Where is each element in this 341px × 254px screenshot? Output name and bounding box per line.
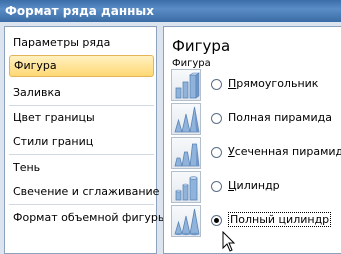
window-title: Формат ряда данных — [5, 4, 154, 18]
nav-item-border-color[interactable]: Цвет границы — [9, 107, 154, 129]
dialog-body: Параметры ряда Фигура Заливка Цвет грани… — [0, 22, 341, 254]
radio-full-pyramid[interactable] — [211, 113, 222, 124]
section-title: Фигура — [172, 37, 231, 55]
shape-label-truncated-pyramid[interactable]: Усеченная пирамида — [228, 145, 341, 158]
shape-label-box[interactable]: Прямоугольник — [228, 77, 318, 90]
nav-item-series-options[interactable]: Параметры ряда — [9, 32, 154, 54]
full-cylinder-icon — [171, 205, 201, 237]
nav-separator — [9, 105, 154, 106]
radio-full-cylinder[interactable] — [211, 215, 222, 226]
shape-option-full-pyramid[interactable]: Полная пирамида — [171, 103, 341, 135]
truncated-pyramid-icon — [171, 137, 201, 169]
shape-option-full-cylinder[interactable]: Полный цилиндр — [171, 205, 341, 237]
shape-option-truncated-pyramid[interactable]: Усеченная пирамида — [171, 137, 341, 169]
box-icon — [171, 69, 201, 101]
nav-item-3d-format[interactable]: Формат объемной фигуры — [9, 207, 167, 229]
shape-option-box[interactable]: Прямоугольник — [171, 69, 341, 101]
full-pyramid-icon — [171, 103, 201, 135]
radio-cylinder[interactable] — [211, 181, 222, 192]
cylinder-icon — [171, 171, 201, 203]
mouse-cursor-icon — [222, 231, 236, 252]
category-list: Параметры ряда Фигура Заливка Цвет грани… — [4, 26, 167, 254]
nav-item-fill[interactable]: Заливка — [9, 82, 154, 104]
radio-truncated-pyramid[interactable] — [211, 147, 222, 158]
shape-label-cylinder[interactable]: Цилиндр — [228, 179, 280, 192]
shape-label-full-pyramid[interactable]: Полная пирамида — [228, 111, 332, 124]
section-subtitle: Фигура — [172, 58, 211, 69]
nav-item-border-styles[interactable]: Стили границ — [9, 131, 154, 153]
shape-label-full-cylinder[interactable]: Полный цилиндр — [228, 212, 332, 227]
focus-rectangle: Полный цилиндр — [228, 212, 332, 227]
radio-box[interactable] — [211, 79, 222, 90]
nav-item-shadow[interactable]: Тень — [9, 157, 154, 179]
nav-item-shape[interactable]: Фигура — [9, 55, 154, 77]
nav-separator — [9, 154, 154, 155]
nav-separator — [9, 204, 154, 205]
shape-option-cylinder[interactable]: Цилиндр — [171, 171, 341, 203]
shape-options-panel: Фигура Фигура Прямоугольник Полная пирам… — [163, 26, 341, 254]
nav-item-glow-soft-edges[interactable]: Свечение и сглаживание — [9, 181, 159, 203]
window-title-bar[interactable]: Формат ряда данных — [0, 0, 341, 22]
